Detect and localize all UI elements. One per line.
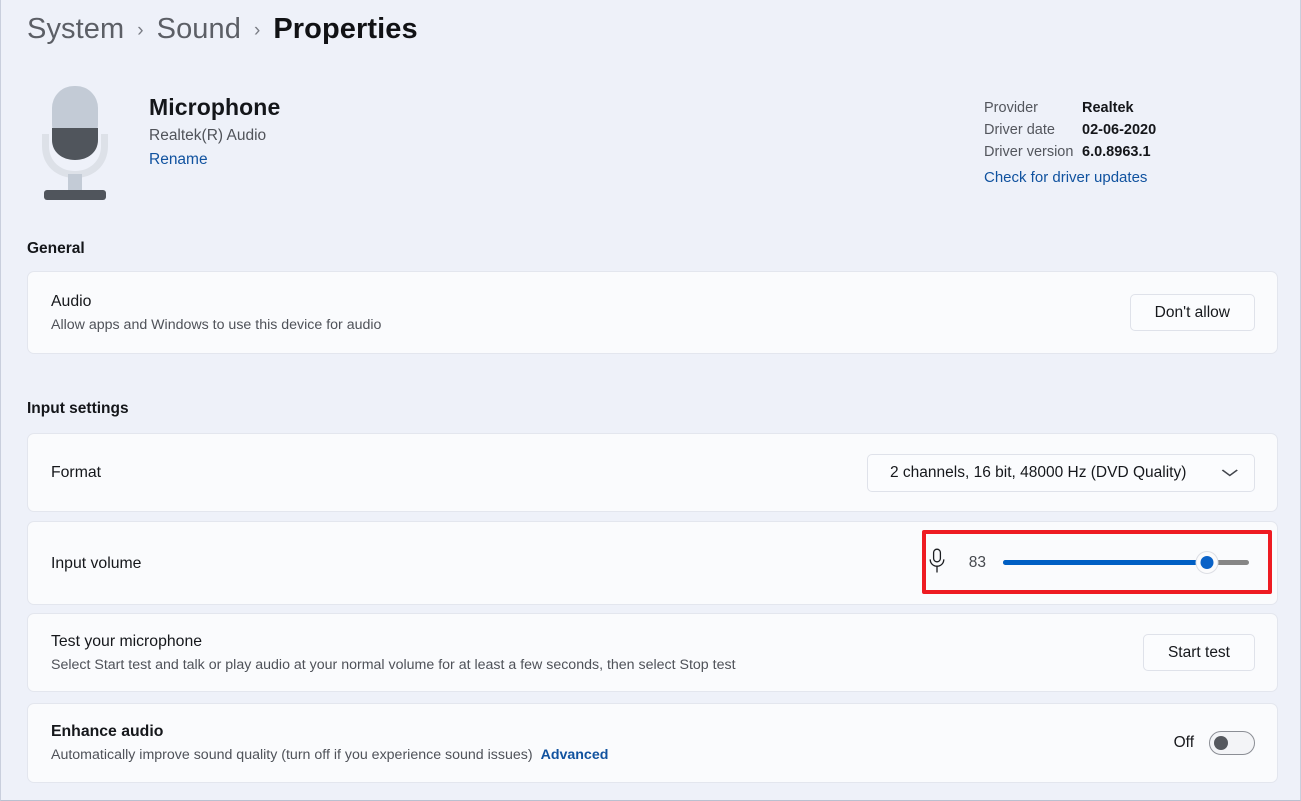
device-name: Microphone <box>149 94 281 120</box>
settings-window: System › Sound › Properties Microphone R… <box>0 0 1301 801</box>
driver-version-row: Driver version 6.0.8963.1 <box>984 144 1234 160</box>
input-volume-control: 83 <box>927 548 1255 579</box>
enhance-audio-title: Enhance audio <box>51 723 164 740</box>
enhance-audio-toggle[interactable] <box>1209 731 1255 755</box>
input-volume-slider[interactable] <box>1003 551 1249 574</box>
driver-provider-row: Provider Realtek <box>984 100 1234 116</box>
check-driver-updates-link[interactable]: Check for driver updates <box>984 169 1147 186</box>
chevron-down-icon <box>1221 467 1244 479</box>
driver-date-row: Driver date 02-06-2020 <box>984 122 1234 138</box>
chevron-right-icon: › <box>253 20 261 41</box>
breadcrumb-item-sound[interactable]: Sound <box>157 13 241 46</box>
card-audio: Audio Allow apps and Windows to use this… <box>27 271 1278 354</box>
device-header: Microphone Realtek(R) Audio Rename Provi… <box>27 82 1276 207</box>
driver-info: Provider Realtek Driver date 02-06-2020 … <box>984 100 1234 186</box>
microphone-small-icon <box>927 548 947 579</box>
format-selected-value: 2 channels, 16 bit, 48000 Hz (DVD Qualit… <box>890 463 1187 481</box>
section-title-general: General <box>27 240 85 257</box>
enhance-audio-description-text: Automatically improve sound quality (tur… <box>51 747 533 763</box>
audio-description: Allow apps and Windows to use this devic… <box>51 316 382 333</box>
driver-date-value: 02-06-2020 <box>1082 122 1157 138</box>
toggle-knob <box>1214 736 1228 750</box>
card-test-microphone: Test your microphone Select Start test a… <box>27 613 1278 692</box>
slider-fill <box>1003 560 1208 565</box>
device-text: Microphone Realtek(R) Audio Rename <box>149 82 280 169</box>
breadcrumb-item-properties: Properties <box>273 12 418 45</box>
enhance-audio-state-label: Off <box>1173 734 1194 751</box>
device-subtitle: Realtek(R) Audio <box>149 127 267 144</box>
driver-date-label: Driver date <box>984 122 1055 138</box>
microphone-icon <box>27 82 123 204</box>
input-volume-value: 83 <box>968 554 986 571</box>
rename-link[interactable]: Rename <box>149 151 208 169</box>
dont-allow-button[interactable]: Don't allow <box>1129 294 1255 331</box>
driver-provider-value: Realtek <box>1082 100 1134 116</box>
device-identity: Microphone Realtek(R) Audio Rename <box>27 82 280 204</box>
test-microphone-description: Select Start test and talk or play audio… <box>51 656 736 673</box>
breadcrumb-item-system[interactable]: System <box>27 13 124 46</box>
test-microphone-title: Test your microphone <box>51 632 203 650</box>
start-test-button[interactable]: Start test <box>1142 634 1255 671</box>
section-title-input-settings: Input settings <box>27 400 129 417</box>
format-dropdown[interactable]: 2 channels, 16 bit, 48000 Hz (DVD Qualit… <box>867 453 1255 492</box>
card-enhance-audio: Enhance audio Automatically improve soun… <box>27 703 1278 783</box>
driver-version-value: 6.0.8963.1 <box>1082 144 1151 160</box>
driver-provider-label: Provider <box>984 100 1038 116</box>
card-input-volume: Input volume 83 <box>27 521 1278 605</box>
card-format: Format 2 channels, 16 bit, 48000 Hz (DVD… <box>27 433 1278 512</box>
breadcrumb: System › Sound › Properties <box>27 8 418 50</box>
enhance-audio-control: Off <box>1174 731 1255 755</box>
enhance-audio-description: Automatically improve sound quality (tur… <box>51 746 1174 765</box>
audio-title: Audio <box>51 292 92 310</box>
chevron-right-icon: › <box>137 20 144 41</box>
advanced-link[interactable]: Advanced <box>541 747 609 763</box>
driver-version-label: Driver version <box>984 144 1074 160</box>
input-volume-title: Input volume <box>51 554 142 572</box>
format-title: Format <box>51 464 102 481</box>
slider-thumb[interactable] <box>1195 551 1219 574</box>
